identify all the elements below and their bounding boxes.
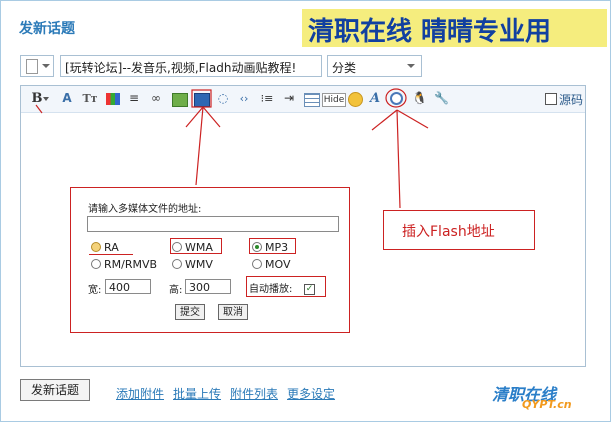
highlight-flash-icon [385, 88, 407, 108]
batch-upload-link[interactable]: 批量上传 [173, 385, 221, 402]
site-logo-domain: QYPT.cn [522, 398, 572, 411]
highlight-media-icon [191, 89, 212, 108]
pointer-line [371, 109, 398, 131]
add-attachment-link[interactable]: 添加附件 [116, 385, 164, 402]
post-topic-button[interactable]: 发新话题 [20, 379, 90, 401]
pointer-line [195, 106, 204, 186]
pointer-line [396, 109, 401, 209]
pointer-line [202, 106, 221, 128]
more-settings-link[interactable]: 更多设定 [287, 385, 335, 402]
pointer-line [35, 104, 43, 114]
annotation-lines [35, 88, 429, 209]
pointer-line [396, 109, 429, 129]
attachment-list-link[interactable]: 附件列表 [230, 385, 278, 402]
pointer-line [185, 106, 204, 128]
